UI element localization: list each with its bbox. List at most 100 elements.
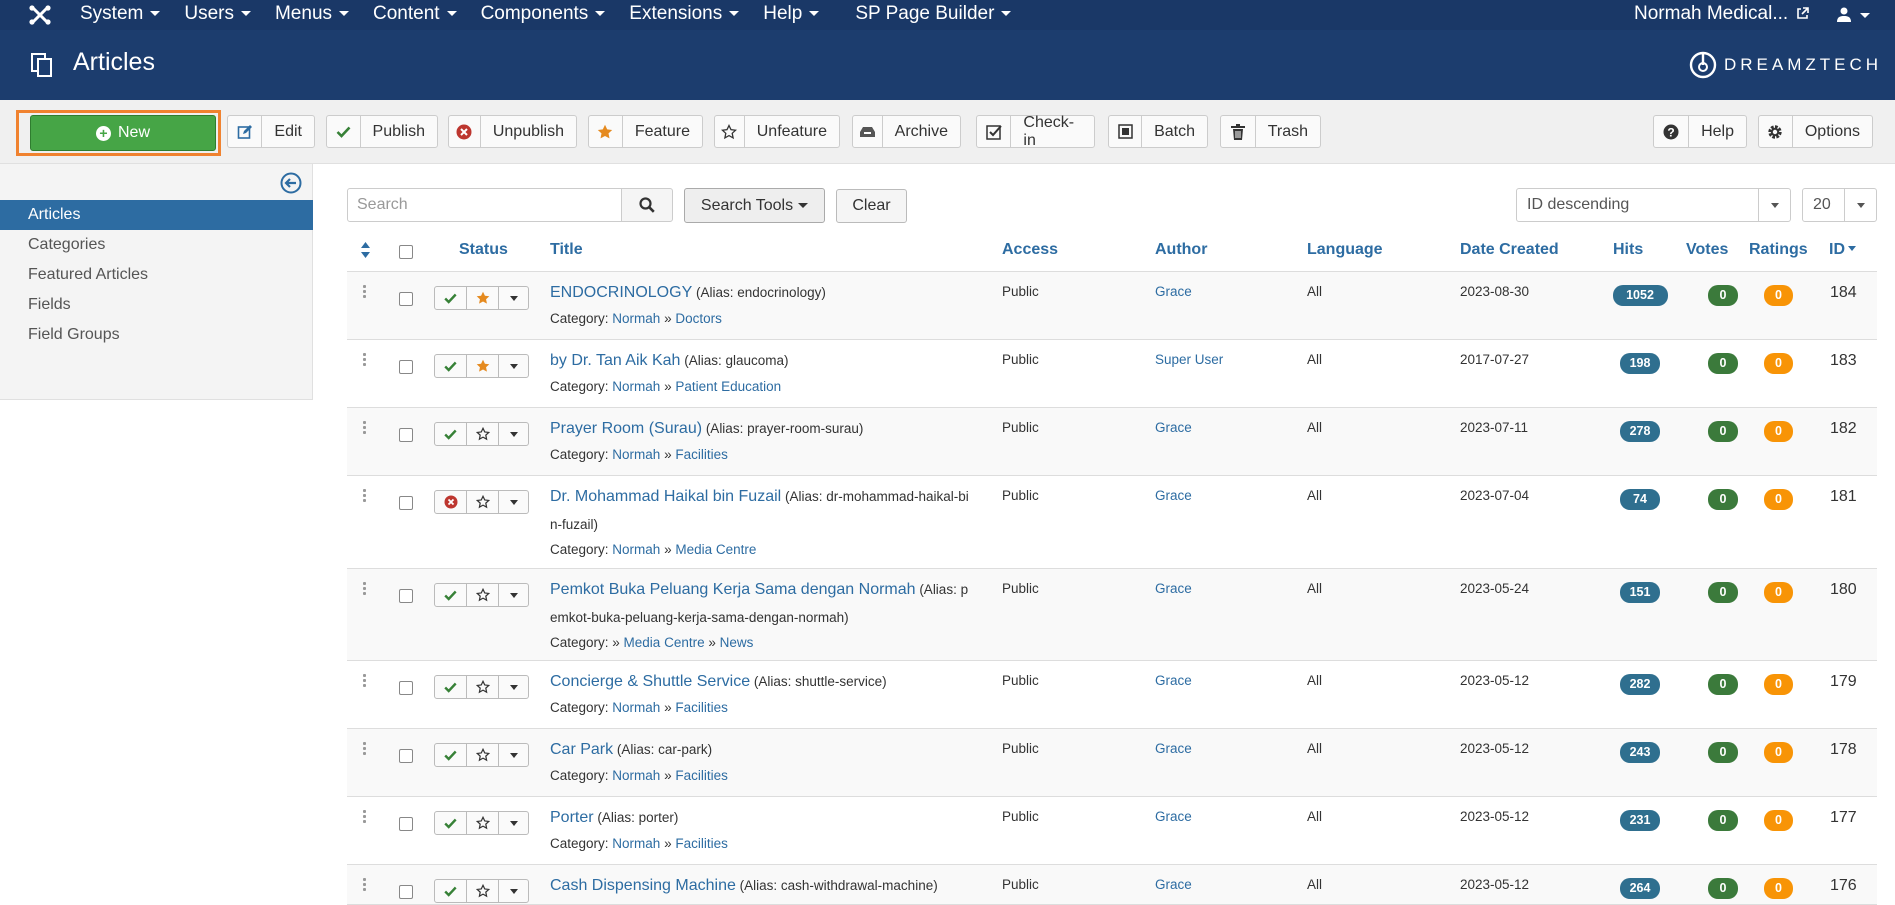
- published-check-icon[interactable]: [435, 423, 467, 445]
- unfeatured-star-icon[interactable]: [467, 676, 499, 698]
- article-title-link[interactable]: Concierge & Shuttle Service: [550, 673, 750, 690]
- article-title-link[interactable]: Porter: [550, 809, 594, 826]
- actions-dropdown-icon[interactable]: [499, 812, 528, 834]
- col-title[interactable]: Title: [550, 241, 583, 259]
- article-title-link[interactable]: Prayer Room (Surau): [550, 420, 702, 437]
- drag-handle-icon[interactable]: [363, 285, 366, 300]
- actions-dropdown-icon[interactable]: [499, 744, 528, 766]
- sidebar-item-field-groups[interactable]: Field Groups: [0, 320, 313, 350]
- row-checkbox[interactable]: [399, 885, 413, 899]
- clear-button[interactable]: Clear: [836, 189, 907, 223]
- col-date-created[interactable]: Date Created: [1460, 241, 1559, 259]
- sidebar-item-articles[interactable]: Articles: [0, 200, 313, 230]
- sort-ordering-icon[interactable]: [361, 242, 370, 258]
- article-title-link[interactable]: ENDOCRINOLOGY: [550, 284, 692, 301]
- unpublished-icon[interactable]: [435, 491, 467, 513]
- featured-star-icon[interactable]: [467, 287, 499, 309]
- drag-handle-icon[interactable]: [363, 810, 366, 825]
- row-checkbox[interactable]: [399, 589, 413, 603]
- featured-star-icon[interactable]: [467, 355, 499, 377]
- actions-dropdown-icon[interactable]: [499, 423, 528, 445]
- unfeatured-star-icon[interactable]: [467, 584, 499, 606]
- sort-select[interactable]: ID descending: [1516, 188, 1791, 222]
- category-link[interactable]: Media Centre: [675, 542, 756, 557]
- col-votes[interactable]: Votes: [1686, 241, 1728, 259]
- menu-system[interactable]: System: [80, 0, 161, 30]
- joomla-logo-icon[interactable]: [28, 4, 52, 26]
- category-link[interactable]: Normah: [612, 768, 660, 783]
- row-checkbox[interactable]: [399, 428, 413, 442]
- category-link[interactable]: Normah: [612, 379, 660, 394]
- menu-menus[interactable]: Menus: [275, 0, 350, 30]
- category-link[interactable]: Facilities: [675, 447, 728, 462]
- category-link[interactable]: Normah: [612, 836, 660, 851]
- sidebar-collapse-icon[interactable]: [280, 172, 302, 194]
- article-title-link[interactable]: Dr. Mohammad Haikal bin Fuzail: [550, 488, 781, 505]
- author-link[interactable]: Grace: [1155, 420, 1192, 435]
- select-all-checkbox[interactable]: [399, 245, 413, 259]
- unfeatured-star-icon[interactable]: [467, 812, 499, 834]
- unpublish-button[interactable]: Unpublish: [448, 115, 577, 148]
- category-link[interactable]: Media Centre: [624, 635, 705, 650]
- archive-button[interactable]: Archive: [852, 115, 961, 148]
- search-input[interactable]: Search: [347, 188, 622, 222]
- article-title-link[interactable]: Pemkot Buka Peluang Kerja Sama dengan No…: [550, 581, 916, 598]
- menu-help[interactable]: Help: [763, 0, 820, 30]
- limit-select[interactable]: 20: [1802, 188, 1877, 222]
- article-title-link[interactable]: Car Park: [550, 741, 613, 758]
- unfeature-button[interactable]: Unfeature: [714, 115, 840, 148]
- actions-dropdown-icon[interactable]: [499, 491, 528, 513]
- checkin-button[interactable]: Check-in: [976, 114, 1095, 149]
- trash-button[interactable]: Trash: [1220, 115, 1321, 148]
- edit-button[interactable]: Edit: [227, 115, 315, 148]
- drag-handle-icon[interactable]: [363, 421, 366, 436]
- search-button[interactable]: [621, 188, 673, 222]
- help-button[interactable]: ? Help: [1653, 115, 1747, 148]
- col-id[interactable]: ID: [1829, 241, 1856, 259]
- category-link[interactable]: News: [720, 635, 754, 650]
- actions-dropdown-icon[interactable]: [499, 584, 528, 606]
- drag-handle-icon[interactable]: [363, 489, 366, 504]
- actions-dropdown-icon[interactable]: [499, 287, 528, 309]
- author-link[interactable]: Super User: [1155, 352, 1223, 367]
- col-language[interactable]: Language: [1307, 241, 1383, 259]
- published-check-icon[interactable]: [435, 812, 467, 834]
- published-check-icon[interactable]: [435, 584, 467, 606]
- category-link[interactable]: Facilities: [675, 836, 728, 851]
- unfeatured-star-icon[interactable]: [467, 880, 499, 902]
- author-link[interactable]: Grace: [1155, 741, 1192, 756]
- col-hits[interactable]: Hits: [1613, 241, 1643, 259]
- options-button[interactable]: Options: [1758, 115, 1873, 148]
- feature-button[interactable]: Feature: [588, 115, 703, 148]
- actions-dropdown-icon[interactable]: [499, 676, 528, 698]
- col-ratings[interactable]: Ratings: [1749, 241, 1808, 259]
- col-author[interactable]: Author: [1155, 241, 1207, 259]
- actions-dropdown-icon[interactable]: [499, 355, 528, 377]
- menu-sp-page-builder[interactable]: SP Page Builder: [855, 0, 1012, 30]
- published-check-icon[interactable]: [435, 744, 467, 766]
- category-link[interactable]: Normah: [612, 700, 660, 715]
- batch-button[interactable]: Batch: [1108, 115, 1208, 148]
- site-link[interactable]: Normah Medical...: [1634, 0, 1810, 28]
- search-tools-button[interactable]: Search Tools: [684, 188, 825, 223]
- category-link[interactable]: Doctors: [675, 311, 722, 326]
- row-checkbox[interactable]: [399, 681, 413, 695]
- row-checkbox[interactable]: [399, 749, 413, 763]
- category-link[interactable]: Patient Education: [675, 379, 781, 394]
- col-status[interactable]: Status: [459, 241, 508, 259]
- drag-handle-icon[interactable]: [363, 878, 366, 893]
- author-link[interactable]: Grace: [1155, 673, 1192, 688]
- author-link[interactable]: Grace: [1155, 581, 1192, 596]
- author-link[interactable]: Grace: [1155, 488, 1192, 503]
- category-link[interactable]: Normah: [612, 542, 660, 557]
- publish-button[interactable]: Publish: [326, 115, 438, 148]
- drag-handle-icon[interactable]: [363, 742, 366, 757]
- drag-handle-icon[interactable]: [363, 674, 366, 689]
- sidebar-item-featured-articles[interactable]: Featured Articles: [0, 260, 313, 290]
- published-check-icon[interactable]: [435, 880, 467, 902]
- user-menu[interactable]: [1836, 7, 1871, 27]
- unfeatured-star-icon[interactable]: [467, 491, 499, 513]
- row-checkbox[interactable]: [399, 292, 413, 306]
- new-button[interactable]: + New: [30, 115, 216, 151]
- row-checkbox[interactable]: [399, 360, 413, 374]
